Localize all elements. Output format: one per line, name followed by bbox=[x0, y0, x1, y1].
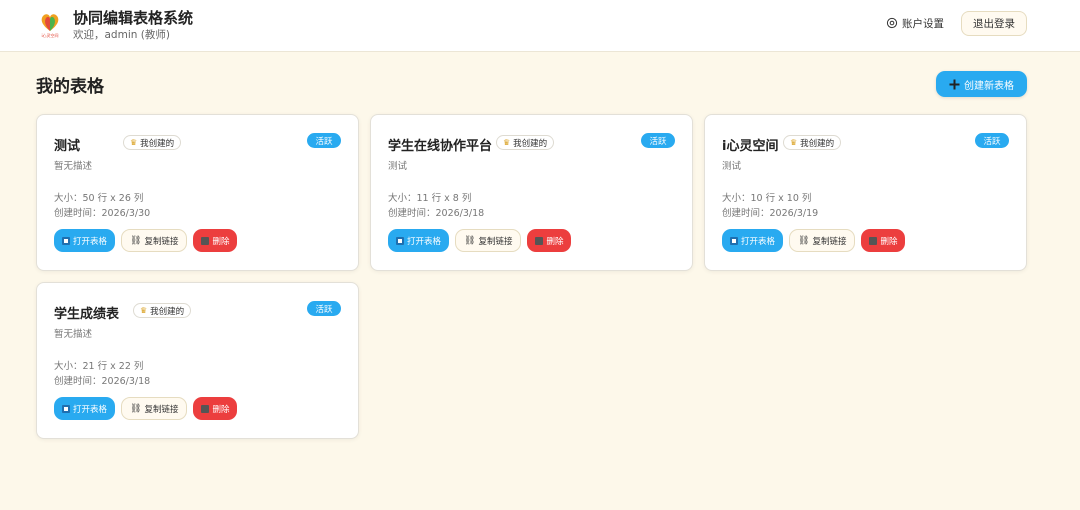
logout-button[interactable]: 退出登录 bbox=[961, 11, 1027, 36]
chart-icon bbox=[730, 236, 738, 245]
open-sheet-button[interactable]: 打开表格 bbox=[722, 229, 784, 252]
owner-tag: ♛ 我创建的 bbox=[496, 135, 555, 150]
chart-icon bbox=[62, 236, 70, 245]
sheet-title: 学生在线协作平台 bbox=[388, 139, 493, 154]
create-sheet-button[interactable]: 创建新表格 bbox=[936, 71, 1027, 97]
delete-sheet-label: 删除 bbox=[880, 236, 898, 247]
sheet-title: i心灵空间 bbox=[722, 139, 779, 154]
sheet-card: 学生在线协作平台 ♛ 我创建的 活跃 测试 大小：11 行 x 8 列 创建时间… bbox=[370, 114, 693, 271]
copy-link-button[interactable]: ⛓ 复制链接 bbox=[455, 229, 522, 252]
sheet-created-date: 创建时间：2026/3/19 bbox=[722, 208, 819, 219]
sheet-size: 大小：10 行 x 10 列 bbox=[722, 193, 812, 204]
trash-icon bbox=[201, 236, 210, 245]
link-icon: ⛓ bbox=[464, 235, 476, 246]
delete-sheet-button[interactable]: 删除 bbox=[527, 229, 572, 252]
gear-icon bbox=[886, 17, 898, 29]
delete-sheet-button[interactable]: 删除 bbox=[861, 229, 906, 252]
welcome-text: 欢迎，admin (教师) bbox=[73, 29, 170, 41]
sheet-card: 学生成绩表 ♛ 我创建的 活跃 暂无描述 大小：21 行 x 22 列 创建时间… bbox=[36, 282, 359, 439]
sheet-created-date: 创建时间：2026/3/18 bbox=[54, 376, 151, 387]
crown-icon: ♛ bbox=[503, 138, 511, 147]
status-badge: 活跃 bbox=[641, 133, 675, 148]
owner-tag-label: 我创建的 bbox=[140, 138, 175, 149]
trash-icon bbox=[201, 404, 210, 413]
card-actions: 打开表格 ⛓ 复制链接 删除 bbox=[54, 229, 238, 252]
copy-link-label: 复制链接 bbox=[812, 236, 847, 247]
app-title: 协同编辑表格系统 bbox=[73, 9, 194, 27]
open-sheet-button[interactable]: 打开表格 bbox=[54, 397, 116, 420]
sheet-description: 暂无描述 bbox=[54, 329, 93, 340]
copy-link-label: 复制链接 bbox=[144, 236, 179, 247]
crown-icon: ♛ bbox=[790, 138, 798, 147]
open-sheet-label: 打开表格 bbox=[73, 404, 108, 415]
sheet-description: 测试 bbox=[722, 161, 742, 172]
open-sheet-label: 打开表格 bbox=[741, 236, 776, 247]
sheet-title: 测试 bbox=[54, 139, 81, 154]
owner-tag-label: 我创建的 bbox=[800, 138, 835, 149]
sheet-card: i心灵空间 ♛ 我创建的 活跃 测试 大小：10 行 x 10 列 创建时间：2… bbox=[704, 114, 1027, 271]
copy-link-label: 复制链接 bbox=[144, 404, 179, 415]
open-sheet-button[interactable]: 打开表格 bbox=[54, 229, 116, 252]
owner-tag-label: 我创建的 bbox=[513, 138, 548, 149]
status-badge: 活跃 bbox=[975, 133, 1009, 148]
trash-icon bbox=[535, 236, 544, 245]
top-bar: i心灵空间 协同编辑表格系统 欢迎，admin (教师) 账户设置 退出登录 bbox=[0, 0, 1080, 52]
account-settings-label: 账户设置 bbox=[902, 17, 944, 30]
card-actions: 打开表格 ⛓ 复制链接 删除 bbox=[722, 229, 906, 252]
card-actions: 打开表格 ⛓ 复制链接 删除 bbox=[388, 229, 572, 252]
link-icon: ⛓ bbox=[130, 235, 142, 246]
sheet-size: 大小：11 行 x 8 列 bbox=[388, 193, 472, 204]
owner-tag: ♛ 我创建的 bbox=[123, 135, 182, 150]
sheet-size: 大小：21 行 x 22 列 bbox=[54, 361, 144, 372]
owner-tag: ♛ 我创建的 bbox=[783, 135, 842, 150]
trash-icon bbox=[869, 236, 878, 245]
link-icon: ⛓ bbox=[798, 235, 810, 246]
owner-tag-label: 我创建的 bbox=[150, 306, 185, 317]
copy-link-button[interactable]: ⛓ 复制链接 bbox=[121, 229, 188, 252]
link-icon: ⛓ bbox=[130, 403, 142, 414]
sheet-title: 学生成绩表 bbox=[54, 307, 120, 322]
open-sheet-button[interactable]: 打开表格 bbox=[388, 229, 450, 252]
crown-icon: ♛ bbox=[140, 306, 148, 315]
delete-sheet-label: 删除 bbox=[212, 404, 230, 415]
delete-sheet-label: 删除 bbox=[546, 236, 564, 247]
status-badge: 活跃 bbox=[307, 301, 341, 316]
crown-icon: ♛ bbox=[130, 138, 138, 147]
sheet-created-date: 创建时间：2026/3/18 bbox=[388, 208, 485, 219]
copy-link-button[interactable]: ⛓ 复制链接 bbox=[121, 397, 188, 420]
copy-link-button[interactable]: ⛓ 复制链接 bbox=[789, 229, 856, 252]
owner-tag: ♛ 我创建的 bbox=[133, 303, 192, 318]
sheet-description: 暂无描述 bbox=[54, 161, 93, 172]
chart-icon bbox=[62, 404, 70, 413]
sheet-description: 测试 bbox=[388, 161, 408, 172]
copy-link-label: 复制链接 bbox=[478, 236, 513, 247]
sheet-size: 大小：50 行 x 26 列 bbox=[54, 193, 144, 204]
sheet-created-date: 创建时间：2026/3/30 bbox=[54, 208, 151, 219]
open-sheet-label: 打开表格 bbox=[407, 236, 442, 247]
delete-sheet-button[interactable]: 删除 bbox=[193, 397, 238, 420]
account-settings-button[interactable]: 账户设置 bbox=[886, 14, 944, 32]
plus-icon bbox=[949, 79, 960, 89]
status-badge: 活跃 bbox=[307, 133, 341, 148]
logo-icon: i心灵空间 bbox=[41, 14, 59, 38]
open-sheet-label: 打开表格 bbox=[73, 236, 108, 247]
logo-caption: i心灵空间 bbox=[41, 32, 58, 38]
create-sheet-label: 创建新表格 bbox=[964, 80, 1014, 92]
page-title: 我的表格 bbox=[36, 77, 104, 97]
chart-icon bbox=[396, 236, 404, 245]
sheet-card: 测试 ♛ 我创建的 活跃 暂无描述 大小：50 行 x 26 列 创建时间：20… bbox=[36, 114, 359, 271]
card-actions: 打开表格 ⛓ 复制链接 删除 bbox=[54, 397, 238, 420]
delete-sheet-label: 删除 bbox=[212, 236, 230, 247]
delete-sheet-button[interactable]: 删除 bbox=[193, 229, 238, 252]
